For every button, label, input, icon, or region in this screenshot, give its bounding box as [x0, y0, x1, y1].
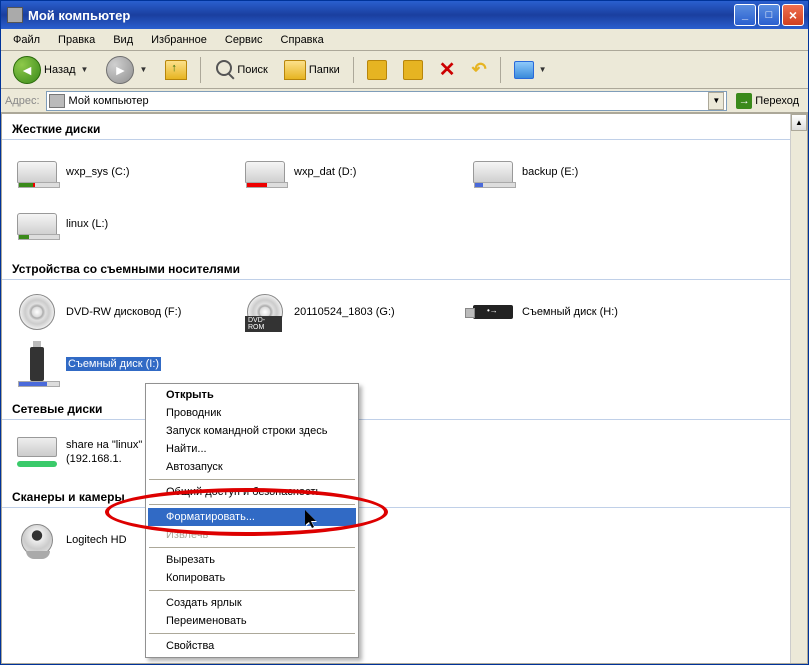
chevron-down-icon: ▼ [79, 65, 91, 74]
copyto-button[interactable] [397, 56, 429, 84]
context-menu-item[interactable]: Копировать [148, 569, 356, 587]
forward-arrow-icon: ► [106, 56, 134, 84]
moveto-button[interactable] [361, 56, 393, 84]
hdd-icon [473, 161, 513, 183]
drive-item[interactable]: 20110524_1803 (G:) [240, 290, 468, 334]
undo-icon: ↶ [472, 59, 487, 80]
context-menu-item: Извлечь [148, 526, 356, 544]
address-dropdown-button[interactable]: ▼ [708, 92, 724, 110]
hdd-icon [17, 213, 57, 235]
address-combobox[interactable]: Мой компьютер ▼ [46, 91, 728, 111]
context-menu-item[interactable]: Переименовать [148, 612, 356, 630]
titlebar[interactable]: Мой компьютер _ □ × [1, 1, 808, 29]
back-arrow-icon: ◄ [13, 56, 41, 84]
group-header-network: Сетевые диски [2, 394, 790, 420]
menu-file[interactable]: Файл [5, 32, 48, 48]
drive-item-selected[interactable]: Съемный диск (I:) [12, 342, 240, 386]
context-menu: ОткрытьПроводникЗапуск командной строки … [145, 383, 359, 658]
context-menu-item[interactable]: Найти... [148, 440, 356, 458]
minimize-button[interactable]: _ [734, 4, 756, 26]
folder-icon [284, 60, 306, 80]
group-header-removable: Устройства со съемными носителями [2, 254, 790, 280]
context-menu-item[interactable]: Вырезать [148, 551, 356, 569]
context-menu-item[interactable]: Форматировать... [148, 508, 356, 526]
context-menu-item[interactable]: Создать ярлык [148, 594, 356, 612]
dvd-rom-icon [247, 294, 283, 330]
usb-icon [473, 305, 513, 319]
vertical-scrollbar[interactable]: ▲ [790, 114, 807, 663]
context-menu-item[interactable]: Запуск командной строки здесь [148, 422, 356, 440]
group-header-scanners: Сканеры и камеры [2, 482, 790, 508]
delete-button[interactable]: ✕ [433, 53, 462, 86]
computer-icon [7, 7, 23, 23]
drive-item[interactable]: wxp_dat (D:) [240, 150, 468, 194]
views-icon [514, 61, 534, 79]
context-menu-separator [149, 590, 355, 591]
menu-tools[interactable]: Сервис [217, 32, 271, 48]
context-menu-item[interactable]: Свойства [148, 637, 356, 655]
menubar: Файл Правка Вид Избранное Сервис Справка [1, 29, 808, 51]
drive-item[interactable]: DVD-RW дисковод (F:) [12, 290, 240, 334]
search-icon [214, 60, 234, 80]
forward-button[interactable]: ► ▼ [100, 52, 155, 88]
dvd-icon [19, 294, 55, 330]
scroll-up-button[interactable]: ▲ [791, 114, 807, 131]
close-button[interactable]: × [782, 4, 804, 26]
context-menu-separator [149, 479, 355, 480]
context-menu-item[interactable]: Проводник [148, 404, 356, 422]
hdd-icon [17, 161, 57, 183]
undo-button[interactable]: ↶ [466, 55, 493, 84]
context-menu-separator [149, 547, 355, 548]
computer-icon [49, 94, 65, 108]
address-value: Мой компьютер [69, 95, 709, 107]
drive-item[interactable]: wxp_sys (C:) [12, 150, 240, 194]
network-drive-icon [17, 437, 57, 467]
group-header-hdd: Жесткие диски [2, 114, 790, 140]
toolbar: ◄ Назад ▼ ► ▼ Поиск Папки ✕ ↶ ▼ [1, 51, 808, 89]
addressbar: Адрес: Мой компьютер ▼ → Переход [1, 89, 808, 113]
explorer-window: Мой компьютер _ □ × Файл Правка Вид Избр… [0, 0, 809, 665]
copyto-icon [403, 60, 423, 80]
chevron-down-icon: ▼ [137, 65, 149, 74]
address-label: Адрес: [5, 95, 42, 107]
go-arrow-icon: → [736, 93, 752, 109]
menu-help[interactable]: Справка [273, 32, 332, 48]
context-menu-separator [149, 633, 355, 634]
go-button[interactable]: → Переход [731, 91, 804, 111]
menu-view[interactable]: Вид [105, 32, 141, 48]
folder-up-icon [165, 60, 187, 80]
up-button[interactable] [159, 56, 193, 84]
menu-favorites[interactable]: Избранное [143, 32, 215, 48]
context-menu-separator [149, 504, 355, 505]
delete-icon: ✕ [439, 57, 456, 82]
usb-icon [30, 347, 44, 381]
views-button[interactable]: ▼ [508, 57, 555, 83]
context-menu-item[interactable]: Общий доступ и безопасность... [148, 483, 356, 501]
webcam-icon [21, 524, 53, 556]
context-menu-item[interactable]: Автозапуск [148, 458, 356, 476]
drive-item[interactable]: linux (L:) [12, 202, 240, 246]
moveto-icon [367, 60, 387, 80]
drive-item[interactable]: Съемный диск (H:) [468, 290, 696, 334]
context-menu-item[interactable]: Открыть [148, 386, 356, 404]
menu-edit[interactable]: Правка [50, 32, 103, 48]
maximize-button[interactable]: □ [758, 4, 780, 26]
content-pane[interactable]: Жесткие диски wxp_sys (C:) wxp_dat (D:) … [2, 114, 790, 663]
window-title: Мой компьютер [28, 8, 734, 23]
drive-item[interactable]: backup (E:) [468, 150, 696, 194]
folders-button[interactable]: Папки [278, 56, 346, 84]
hdd-icon [245, 161, 285, 183]
chevron-down-icon: ▼ [537, 65, 549, 74]
back-button[interactable]: ◄ Назад ▼ [7, 52, 96, 88]
search-button[interactable]: Поиск [208, 56, 273, 84]
